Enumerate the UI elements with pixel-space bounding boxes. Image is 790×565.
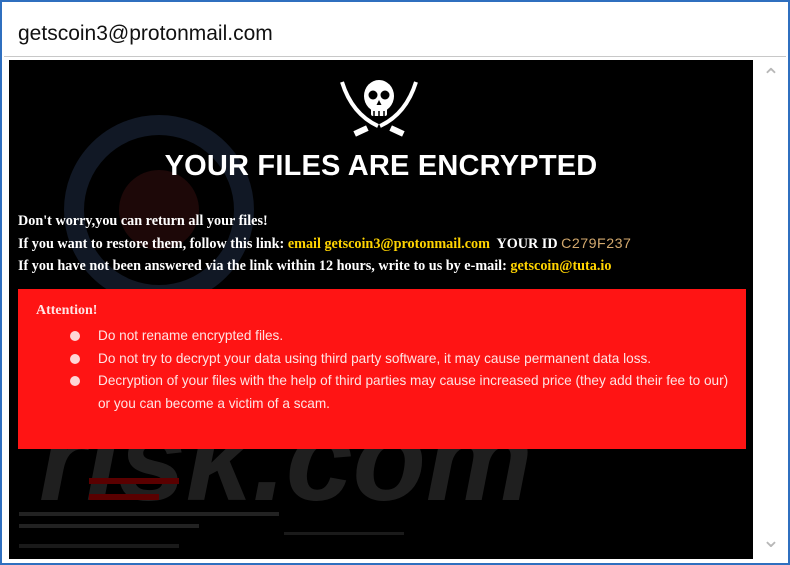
- instruction-line-3: If you have not been answered via the li…: [18, 255, 748, 278]
- ransom-note-window: getscoin3@protonmail.com risk.com YOUR F…: [0, 0, 790, 565]
- victim-id-label: YOUR ID: [489, 235, 562, 252]
- page-title: YOUR FILES ARE ENCRYPTED: [164, 150, 598, 182]
- backup-email-link[interactable]: getscoin@tuta.io: [510, 258, 611, 274]
- instruction-line-2: If you want to restore them, follow this…: [18, 233, 748, 256]
- list-item: Do not rename encrypted files.: [68, 325, 738, 348]
- instruction-line-2-text: If you want to restore them, follow this…: [18, 235, 288, 252]
- instruction-line-1: Don't worry,you can return all your file…: [18, 213, 268, 229]
- attention-box: Attention! Do not rename encrypted files…: [18, 289, 746, 449]
- list-item: Do not try to decrypt your data using th…: [68, 348, 738, 371]
- instructions: Don't worry,you can return all your file…: [18, 210, 748, 278]
- list-item: Decryption of your files with the help o…: [68, 370, 738, 415]
- garbled-footer: [19, 478, 404, 548]
- bullet-icon: [70, 353, 80, 364]
- bullet-icon: [70, 376, 80, 386]
- window-title: getscoin3@protonmail.com: [18, 22, 273, 45]
- window-titlebar: getscoin3@protonmail.com: [8, 16, 778, 52]
- chevron-up-icon[interactable]: ⌃: [759, 66, 783, 90]
- chevron-down-icon[interactable]: ⌄: [759, 529, 783, 553]
- victim-id-value: C279F237: [561, 235, 632, 252]
- contact-email-link[interactable]: email getscoin3@protonmail.com: [288, 236, 490, 252]
- list-item-text: Decryption of your files with the help o…: [98, 373, 729, 411]
- instruction-line-3-text: If you have not been answered via the li…: [18, 258, 511, 274]
- titlebar-divider: [4, 56, 786, 57]
- note-content: risk.com YOUR FILES ARE ENCRYPTED Don't …: [9, 60, 753, 559]
- bullet-icon: [70, 331, 80, 341]
- attention-list: Do not rename encrypted files. Do not tr…: [68, 325, 738, 415]
- list-item-text: Do not rename encrypted files.: [98, 328, 284, 343]
- jolly-roger-icon: [340, 80, 418, 137]
- list-item-text: Do not try to decrypt your data using th…: [98, 350, 652, 366]
- attention-title: Attention!: [36, 303, 98, 318]
- vertical-scrollbar[interactable]: ⌃ ⌄: [755, 60, 786, 559]
